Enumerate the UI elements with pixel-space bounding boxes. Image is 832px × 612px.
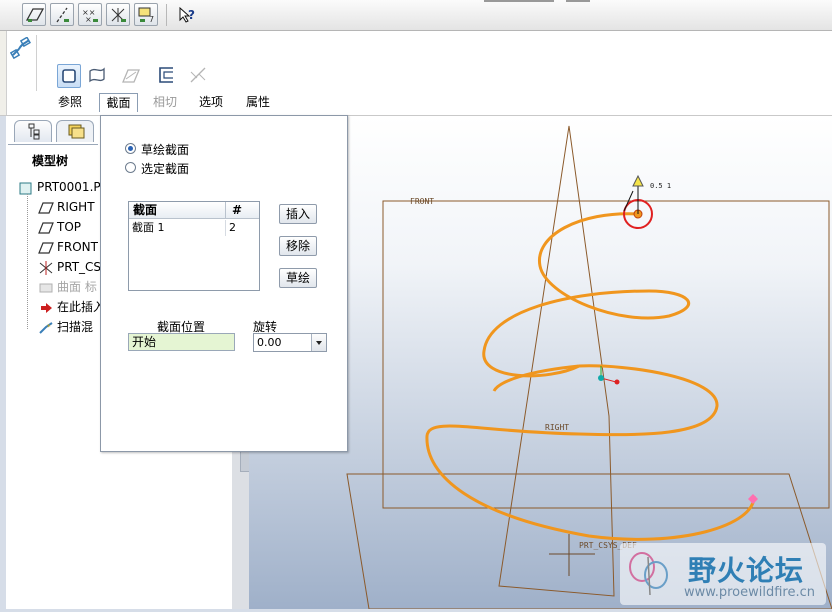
model-tree-tab[interactable] (14, 120, 52, 142)
remove-material-icon (120, 64, 144, 88)
tree-item-front[interactable]: FRONT (38, 238, 98, 256)
sketch-button[interactable]: 草绘 (279, 268, 317, 288)
forum-watermark: 野火论坛 www.proewildfire.cn (620, 543, 826, 605)
tree-item-surface[interactable]: 曲面 标 (38, 278, 97, 296)
column-header-section[interactable]: 截面 (129, 202, 225, 219)
insert-here-arrow-icon (38, 301, 54, 315)
navigator-tabs (8, 118, 100, 144)
csys-triad (598, 366, 620, 385)
solid-type-icon[interactable] (57, 64, 81, 88)
svg-text:7: 7 (149, 15, 154, 24)
section-location-field[interactable]: 开始 (128, 333, 235, 351)
disabled-option-icon (187, 64, 211, 88)
front-plane-label: FRONT (410, 197, 434, 206)
svg-text:*: * (47, 323, 51, 331)
tab-options[interactable]: 选项 (194, 93, 228, 111)
thicken-sketch-icon[interactable] (155, 64, 179, 88)
watermark-url: www.proewildfire.cn (684, 585, 815, 600)
tab-references[interactable]: 参照 (53, 93, 87, 111)
datum-plane-icon (38, 241, 54, 255)
tab-sections[interactable]: 截面 (99, 93, 138, 112)
context-help-icon[interactable]: ? (178, 6, 200, 27)
tree-item-insert-here[interactable]: 在此插入 (38, 298, 105, 316)
remove-button[interactable]: 移除 (279, 236, 317, 256)
toolbar-fragment (484, 0, 554, 2)
tree-item-right[interactable]: RIGHT (38, 198, 95, 216)
section-name-cell: 截面 1 (132, 221, 165, 234)
swept-blend-icon: * (38, 321, 54, 335)
tree-item-part[interactable]: PRT0001.P (18, 178, 101, 196)
table-row[interactable]: 截面 1 2 (129, 220, 259, 236)
front-datum-plane (382, 200, 830, 509)
tab-tangency: 相切 (152, 95, 177, 109)
tree-item-csys[interactable]: PRT_CS (38, 258, 101, 276)
coordinate-system-display-icon[interactable] (106, 3, 130, 26)
top-toolbar: ×× × 7 ? (0, 0, 832, 31)
part-icon (18, 181, 34, 195)
rotation-value: 0.00 (257, 336, 282, 349)
datum-plane-display-icon[interactable] (22, 3, 46, 26)
insert-button[interactable]: 插入 (279, 204, 317, 224)
butterfly-logo-icon (629, 552, 668, 596)
window-edge (0, 31, 7, 115)
rotation-dropdown[interactable]: 0.00 (253, 333, 327, 352)
svg-text:?: ? (188, 8, 195, 22)
start-direction-arrow (632, 174, 644, 187)
toolbar-fragment (566, 0, 590, 2)
selected-sections-label: 选定截面 (141, 162, 190, 176)
sketched-sections-label: 草绘截面 (141, 143, 190, 157)
selected-sections-radio[interactable] (125, 162, 136, 173)
tab-properties[interactable]: 属性 (241, 93, 275, 111)
datum-point-display-icon[interactable]: ×× × (78, 3, 102, 26)
tree-item-swept-blend[interactable]: * 扫描混 (38, 318, 93, 336)
datum-plane-icon (38, 221, 54, 235)
right-datum-plane (498, 125, 615, 597)
sketched-sections-radio[interactable] (125, 143, 136, 154)
swept-blend-feature-icon (9, 36, 32, 62)
right-plane-label: RIGHT (545, 423, 569, 432)
tree-item-top[interactable]: TOP (38, 218, 81, 236)
column-header-count[interactable]: # (225, 202, 259, 219)
dimension-label: 0.5 1 (650, 182, 671, 190)
datum-plane-icon (38, 201, 54, 215)
watermark-title: 野火论坛 (688, 554, 805, 587)
feature-dashboard: 参照 截面 相切 选项 属性 (0, 31, 832, 116)
surface-type-icon[interactable] (86, 64, 110, 88)
end-point-marker (748, 494, 758, 504)
coordinate-system-icon (38, 260, 54, 275)
model-tree-title: 模型树 (32, 154, 69, 168)
sections-table: 截面 # 截面 1 2 (128, 201, 260, 291)
annotation-display-icon[interactable]: 7 (134, 3, 158, 26)
chevron-down-icon[interactable] (311, 334, 326, 351)
folder-browser-tab[interactable] (56, 120, 94, 142)
helix-trajectory (425, 212, 756, 541)
datum-axis-display-icon[interactable] (50, 3, 74, 26)
section-count-cell: 2 (229, 221, 236, 234)
svg-text:×: × (85, 15, 92, 24)
surface-icon (38, 281, 54, 295)
